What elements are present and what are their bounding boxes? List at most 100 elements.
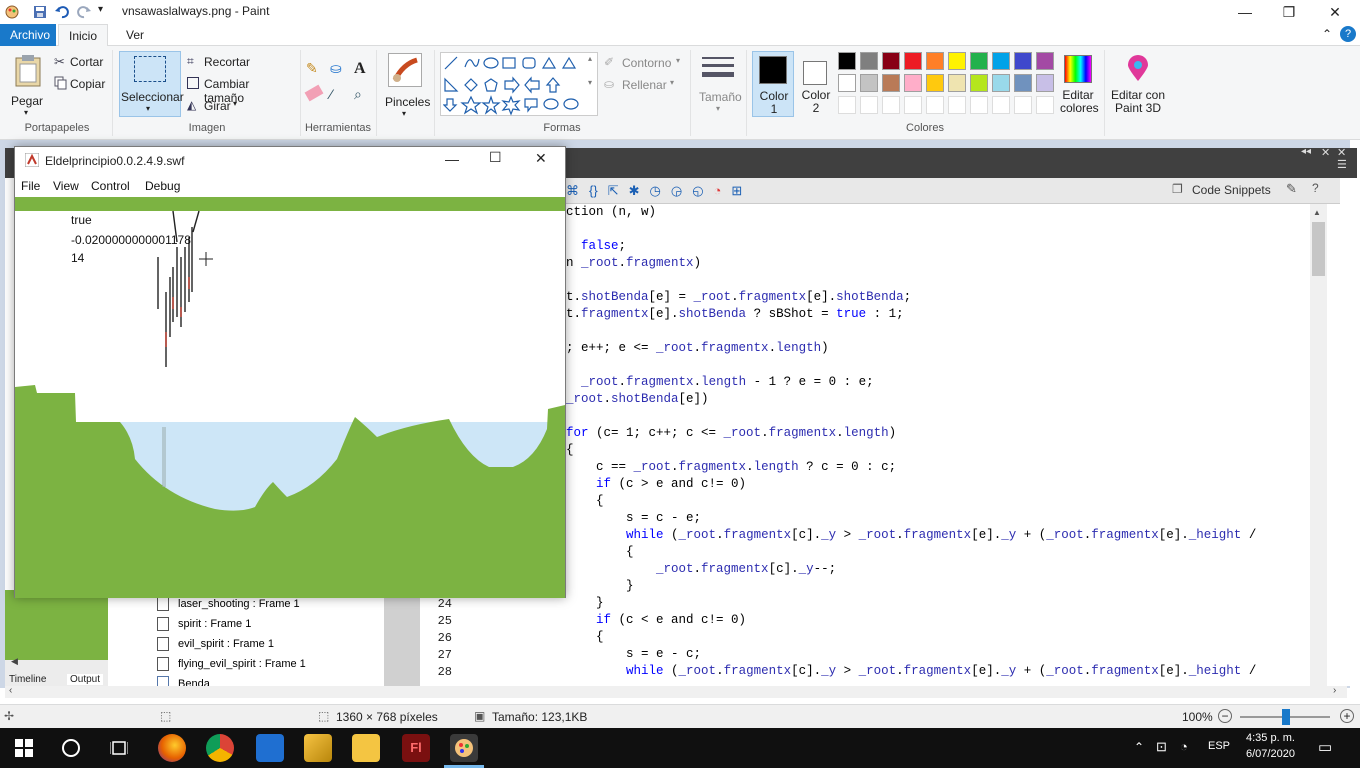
palette-swatch[interactable]: [904, 52, 922, 70]
menu-view[interactable]: View: [53, 179, 79, 193]
palette-swatch[interactable]: [948, 52, 966, 70]
paint3d-button[interactable]: Editar con Paint 3D: [1110, 51, 1166, 117]
file-explorer-icon[interactable]: [352, 734, 380, 762]
brushes-button[interactable]: Pinceles ▾: [384, 51, 430, 118]
palette-swatch[interactable]: [860, 74, 878, 92]
network-icon[interactable]: ⊡: [1156, 739, 1167, 755]
magnifier-icon[interactable]: ⌕: [354, 86, 362, 103]
task-view-icon[interactable]: [109, 739, 129, 757]
pencil-icon[interactable]: ✎: [306, 60, 318, 77]
text-icon[interactable]: A: [354, 60, 366, 78]
menu-file[interactable]: File: [21, 179, 40, 193]
palette-swatch[interactable]: [1036, 96, 1054, 114]
select-button[interactable]: Seleccionar ▾: [119, 51, 184, 117]
paste-button[interactable]: Pegar ▾: [8, 52, 48, 117]
palette-swatch[interactable]: [970, 52, 988, 70]
undo-icon[interactable]: [54, 4, 70, 20]
minimize-button[interactable]: —: [1222, 0, 1268, 24]
tools-app-icon[interactable]: [304, 734, 332, 762]
palette-swatch[interactable]: [860, 52, 878, 70]
show-hidden-icons-icon[interactable]: ⌃: [1134, 740, 1144, 754]
palette-swatch[interactable]: [948, 96, 966, 114]
chrome-icon[interactable]: [206, 734, 234, 762]
line-number: 26: [437, 631, 452, 645]
media-player-icon[interactable]: [256, 734, 284, 762]
library-item: flying_evil_spirit : Frame 1: [178, 658, 306, 670]
paint-taskbar-icon[interactable]: [450, 734, 478, 762]
color2-button[interactable]: Color 2: [796, 51, 836, 117]
close-button[interactable]: ✕: [1312, 0, 1358, 24]
swf-maximize-button[interactable]: ☐: [489, 149, 502, 166]
edit-colors-button[interactable]: Editar colores: [1058, 51, 1099, 117]
notification-icon[interactable]: ▭: [1318, 738, 1332, 756]
swf-stage[interactable]: true -0.0200000000001178 14: [15, 197, 565, 598]
size-line-icon: [702, 64, 734, 67]
eraser-icon[interactable]: [304, 84, 324, 102]
zoom-slider-thumb[interactable]: [1282, 709, 1290, 725]
palette-swatch[interactable]: [1014, 96, 1032, 114]
swf-close-button[interactable]: ✕: [535, 150, 547, 167]
palette-swatch[interactable]: [860, 96, 878, 114]
palette-swatch[interactable]: [1014, 52, 1032, 70]
palette-swatch[interactable]: [926, 74, 944, 92]
maximize-button[interactable]: ❐: [1266, 0, 1312, 24]
swf-player-window[interactable]: Eldelprincipio0.0.2.4.9.swf — ☐ ✕ File V…: [14, 146, 566, 598]
palette-swatch[interactable]: [948, 74, 966, 92]
save-icon[interactable]: [32, 4, 48, 20]
firefox-icon[interactable]: [158, 734, 186, 762]
palette-swatch[interactable]: [904, 74, 922, 92]
tab-inicio[interactable]: Inicio: [58, 24, 109, 47]
volume-muted-icon[interactable]: ◔: [1180, 739, 1188, 754]
tab-ver[interactable]: Ver: [116, 24, 154, 46]
canvas-horizontal-scrollbar[interactable]: ‹ ›: [5, 685, 1347, 698]
palette-swatch[interactable]: [882, 96, 900, 114]
scroll-left-icon[interactable]: ‹: [9, 685, 12, 696]
palette-swatch[interactable]: [926, 52, 944, 70]
palette-swatch[interactable]: [838, 52, 856, 70]
image-size-icon: ⬚: [318, 709, 330, 723]
palette-swatch[interactable]: [1036, 52, 1054, 70]
redo-icon[interactable]: [76, 4, 92, 20]
palette-swatch[interactable]: [904, 96, 922, 114]
swf-minimize-button[interactable]: —: [445, 151, 459, 167]
palette-swatch[interactable]: [970, 74, 988, 92]
help-icon[interactable]: ?: [1340, 26, 1356, 42]
palette-swatch[interactable]: [838, 74, 856, 92]
palette-swatch[interactable]: [1014, 74, 1032, 92]
search-icon[interactable]: [62, 739, 80, 757]
palette-swatch[interactable]: [882, 52, 900, 70]
cursor-position-icon: ✢: [4, 709, 15, 723]
fill-bucket-icon[interactable]: ⛀: [330, 60, 342, 77]
palette-swatch[interactable]: [992, 96, 1010, 114]
palette-swatch[interactable]: [926, 96, 944, 114]
palette-swatch[interactable]: [992, 52, 1010, 70]
color1-button[interactable]: Color 1: [752, 51, 794, 117]
palette-swatch[interactable]: [992, 74, 1010, 92]
outline-label: Contorno: [622, 56, 672, 70]
quick-access-dropdown-icon[interactable]: ▾: [98, 4, 103, 15]
menu-debug[interactable]: Debug: [145, 179, 180, 193]
palette-swatch[interactable]: [882, 74, 900, 92]
clock-time[interactable]: 4:35 p. m.: [1246, 732, 1295, 744]
code-line: while (_root.fragmentx[c]._y > _root.fra…: [626, 664, 1257, 678]
menu-control[interactable]: Control: [91, 179, 130, 193]
zoom-out-button[interactable]: −: [1218, 709, 1232, 723]
scroll-right-icon[interactable]: ›: [1333, 685, 1336, 696]
palette-swatch[interactable]: [1036, 74, 1054, 92]
palette-swatch[interactable]: [970, 96, 988, 114]
windows-start-icon[interactable]: [14, 738, 34, 758]
palette-swatch[interactable]: [838, 96, 856, 114]
input-language[interactable]: ESP: [1208, 740, 1230, 752]
shapes-gallery[interactable]: [440, 52, 598, 116]
code-line: {: [566, 630, 604, 644]
shapes-scroll-down-icon[interactable]: ▾: [588, 78, 592, 87]
tab-archivo[interactable]: Archivo: [0, 24, 56, 46]
flash-ide-icon[interactable]: Fl: [402, 734, 430, 762]
clock-date[interactable]: 6/07/2020: [1246, 748, 1295, 760]
zoom-in-button[interactable]: +: [1340, 709, 1354, 723]
ribbon-collapse-icon[interactable]: ⌃: [1322, 27, 1332, 41]
shapes-scroll-up-icon[interactable]: ▴: [588, 54, 592, 63]
size-button[interactable]: Tamaño ▾: [698, 51, 742, 117]
group-divider: [112, 50, 113, 136]
color-picker-icon[interactable]: ⁄: [330, 86, 332, 102]
